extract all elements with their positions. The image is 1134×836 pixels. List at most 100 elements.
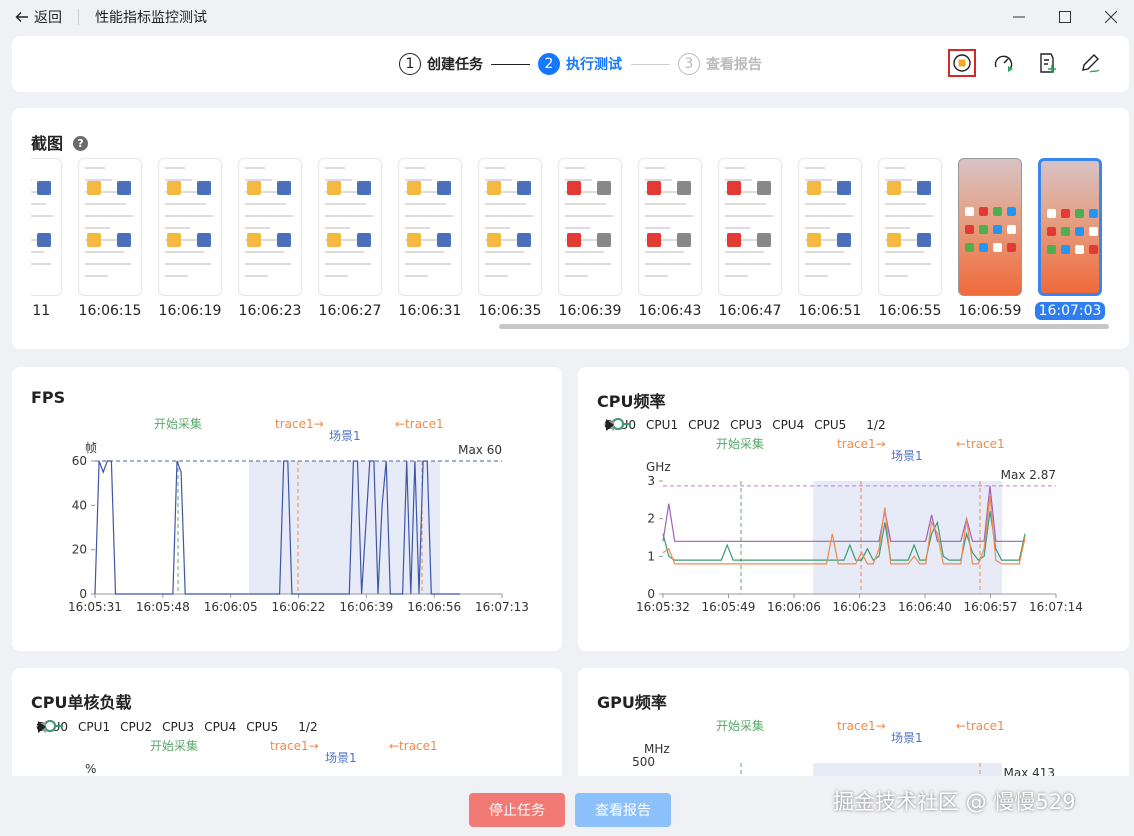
screenshot-time: 16:06:19 <box>150 303 230 319</box>
screenshot-thumbnail[interactable] <box>638 158 702 296</box>
edit-button[interactable] <box>1076 49 1104 77</box>
performance-button[interactable] <box>990 49 1018 77</box>
y-tick-label: 40 <box>72 498 87 512</box>
screenshot-image <box>917 181 931 195</box>
screenshot-thumbnail[interactable] <box>718 158 782 296</box>
marker-trace-end: ←trace1 <box>956 719 1005 733</box>
screenshot-image <box>757 233 771 247</box>
screenshot-thumbnail[interactable] <box>958 158 1022 296</box>
close-button[interactable] <box>1088 0 1134 34</box>
back-label: 返回 <box>34 10 62 26</box>
screenshot-image <box>487 181 501 195</box>
screenshot-thumbnail[interactable] <box>31 158 62 296</box>
screenshot-image <box>277 181 291 195</box>
screenshot-thumbnail[interactable] <box>558 158 622 296</box>
y-tick-label: 0 <box>79 587 87 601</box>
screenshot-line <box>325 215 373 217</box>
back-button[interactable]: 返回 <box>14 7 62 27</box>
screenshot-line <box>165 215 213 217</box>
screenshot-image <box>167 181 181 195</box>
screenshot-line <box>405 203 446 205</box>
time-text: 16:06:39 <box>558 303 622 319</box>
screenshot-image <box>727 181 741 195</box>
marker-trace-start: trace1→ <box>837 437 886 451</box>
screenshot-thumbnail[interactable] <box>78 158 142 296</box>
screenshot-line <box>85 251 124 253</box>
maximize-icon <box>1059 11 1071 23</box>
app-icon <box>1061 245 1070 254</box>
y-axis-label: GHz <box>646 460 671 474</box>
screenshot-thumbnail[interactable] <box>878 158 942 296</box>
y-tick-label: 1 <box>647 549 655 563</box>
max-label: Max 2.87 <box>1001 468 1056 482</box>
x-tick-label: 16:06:22 <box>272 600 326 614</box>
app-icon <box>979 225 988 234</box>
x-tick-label: 16:05:31 <box>68 600 122 614</box>
app-icon <box>1089 209 1098 218</box>
y-tick-label: 2 <box>647 512 655 526</box>
screenshot-line <box>405 263 451 265</box>
screenshot-line <box>645 203 686 205</box>
app-icon <box>979 243 988 252</box>
screenshot-line <box>31 203 46 205</box>
arrow-left-icon <box>15 12 28 22</box>
screenshot-image <box>357 181 371 195</box>
screenshot-thumbnail[interactable] <box>798 158 862 296</box>
screenshot-thumbnail[interactable] <box>398 158 462 296</box>
screenshot-thumbnail[interactable] <box>158 158 222 296</box>
screenshot-thumbnail[interactable] <box>318 158 382 296</box>
app-icon <box>1061 227 1070 236</box>
screenshot-image <box>647 181 661 195</box>
marker-trace-end: ←trace1 <box>395 417 444 431</box>
screenshot-time: 16:06:35 <box>470 303 550 319</box>
marker-start-label: 开始采集 <box>716 436 764 451</box>
screenshot-time: 16:06:23 <box>230 303 310 319</box>
marker-trace-start: trace1→ <box>837 719 886 733</box>
screenshot-thumbnail[interactable] <box>478 158 542 296</box>
step-create-task: 1 创建任务 <box>399 53 483 75</box>
screenshot-time: 16:06:43 <box>630 303 710 319</box>
screenshot-line <box>565 167 585 169</box>
time-text: 16:07:03 <box>1034 302 1106 320</box>
screenshot-line <box>565 251 604 253</box>
screenshot-image <box>597 233 611 247</box>
help-icon[interactable]: ? <box>73 136 89 151</box>
screenshot-line <box>485 203 526 205</box>
horizontal-scrollbar[interactable] <box>499 324 1109 329</box>
screenshot-time: 16:06:51 <box>790 303 870 319</box>
marker-trace-end: ←trace1 <box>956 437 1005 451</box>
divider <box>78 9 79 25</box>
screenshot-line <box>325 263 371 265</box>
screenshot-image <box>517 233 531 247</box>
time-text: 16:06:55 <box>878 303 942 319</box>
marker-scene-label: 场景1 <box>891 731 923 745</box>
screenshot-line <box>885 167 905 169</box>
screenshot-line <box>165 251 204 253</box>
step-label: 执行测试 <box>566 57 622 73</box>
time-text: 16:06:35 <box>478 303 542 319</box>
screenshot-image <box>567 233 581 247</box>
button-label: 查看报告 <box>595 803 651 819</box>
screenshot-line <box>485 215 533 217</box>
screenshot-strip[interactable]: 06:11 16:06:15 16:06:19 16:06:23 16:06:27 16:… <box>31 158 1111 320</box>
screenshot-time: 06:11 <box>31 303 70 319</box>
screenshot-thumbnail[interactable] <box>1038 158 1102 296</box>
time-text: 16:06:23 <box>238 303 302 319</box>
stop-record-button[interactable] <box>948 49 976 77</box>
maximize-button[interactable] <box>1042 0 1088 34</box>
screenshot-line <box>725 167 745 169</box>
screenshot-image <box>597 181 611 195</box>
y-tick-label: 3 <box>647 474 655 488</box>
app-icon <box>993 225 1002 234</box>
y-tick-label: 0 <box>647 587 655 601</box>
marker-start-label: 开始采集 <box>716 718 764 733</box>
screenshots-title: 截图? <box>31 130 89 154</box>
minimize-button[interactable] <box>996 0 1042 34</box>
screenshot-image <box>37 233 51 247</box>
stop-task-button[interactable]: 停止任务 <box>469 793 565 827</box>
marker-start-label: 开始采集 <box>154 416 202 431</box>
screenshot-line <box>645 275 668 277</box>
view-report-button[interactable]: 查看报告 <box>575 793 671 827</box>
report-button[interactable] <box>1033 49 1061 77</box>
screenshot-thumbnail[interactable] <box>238 158 302 296</box>
